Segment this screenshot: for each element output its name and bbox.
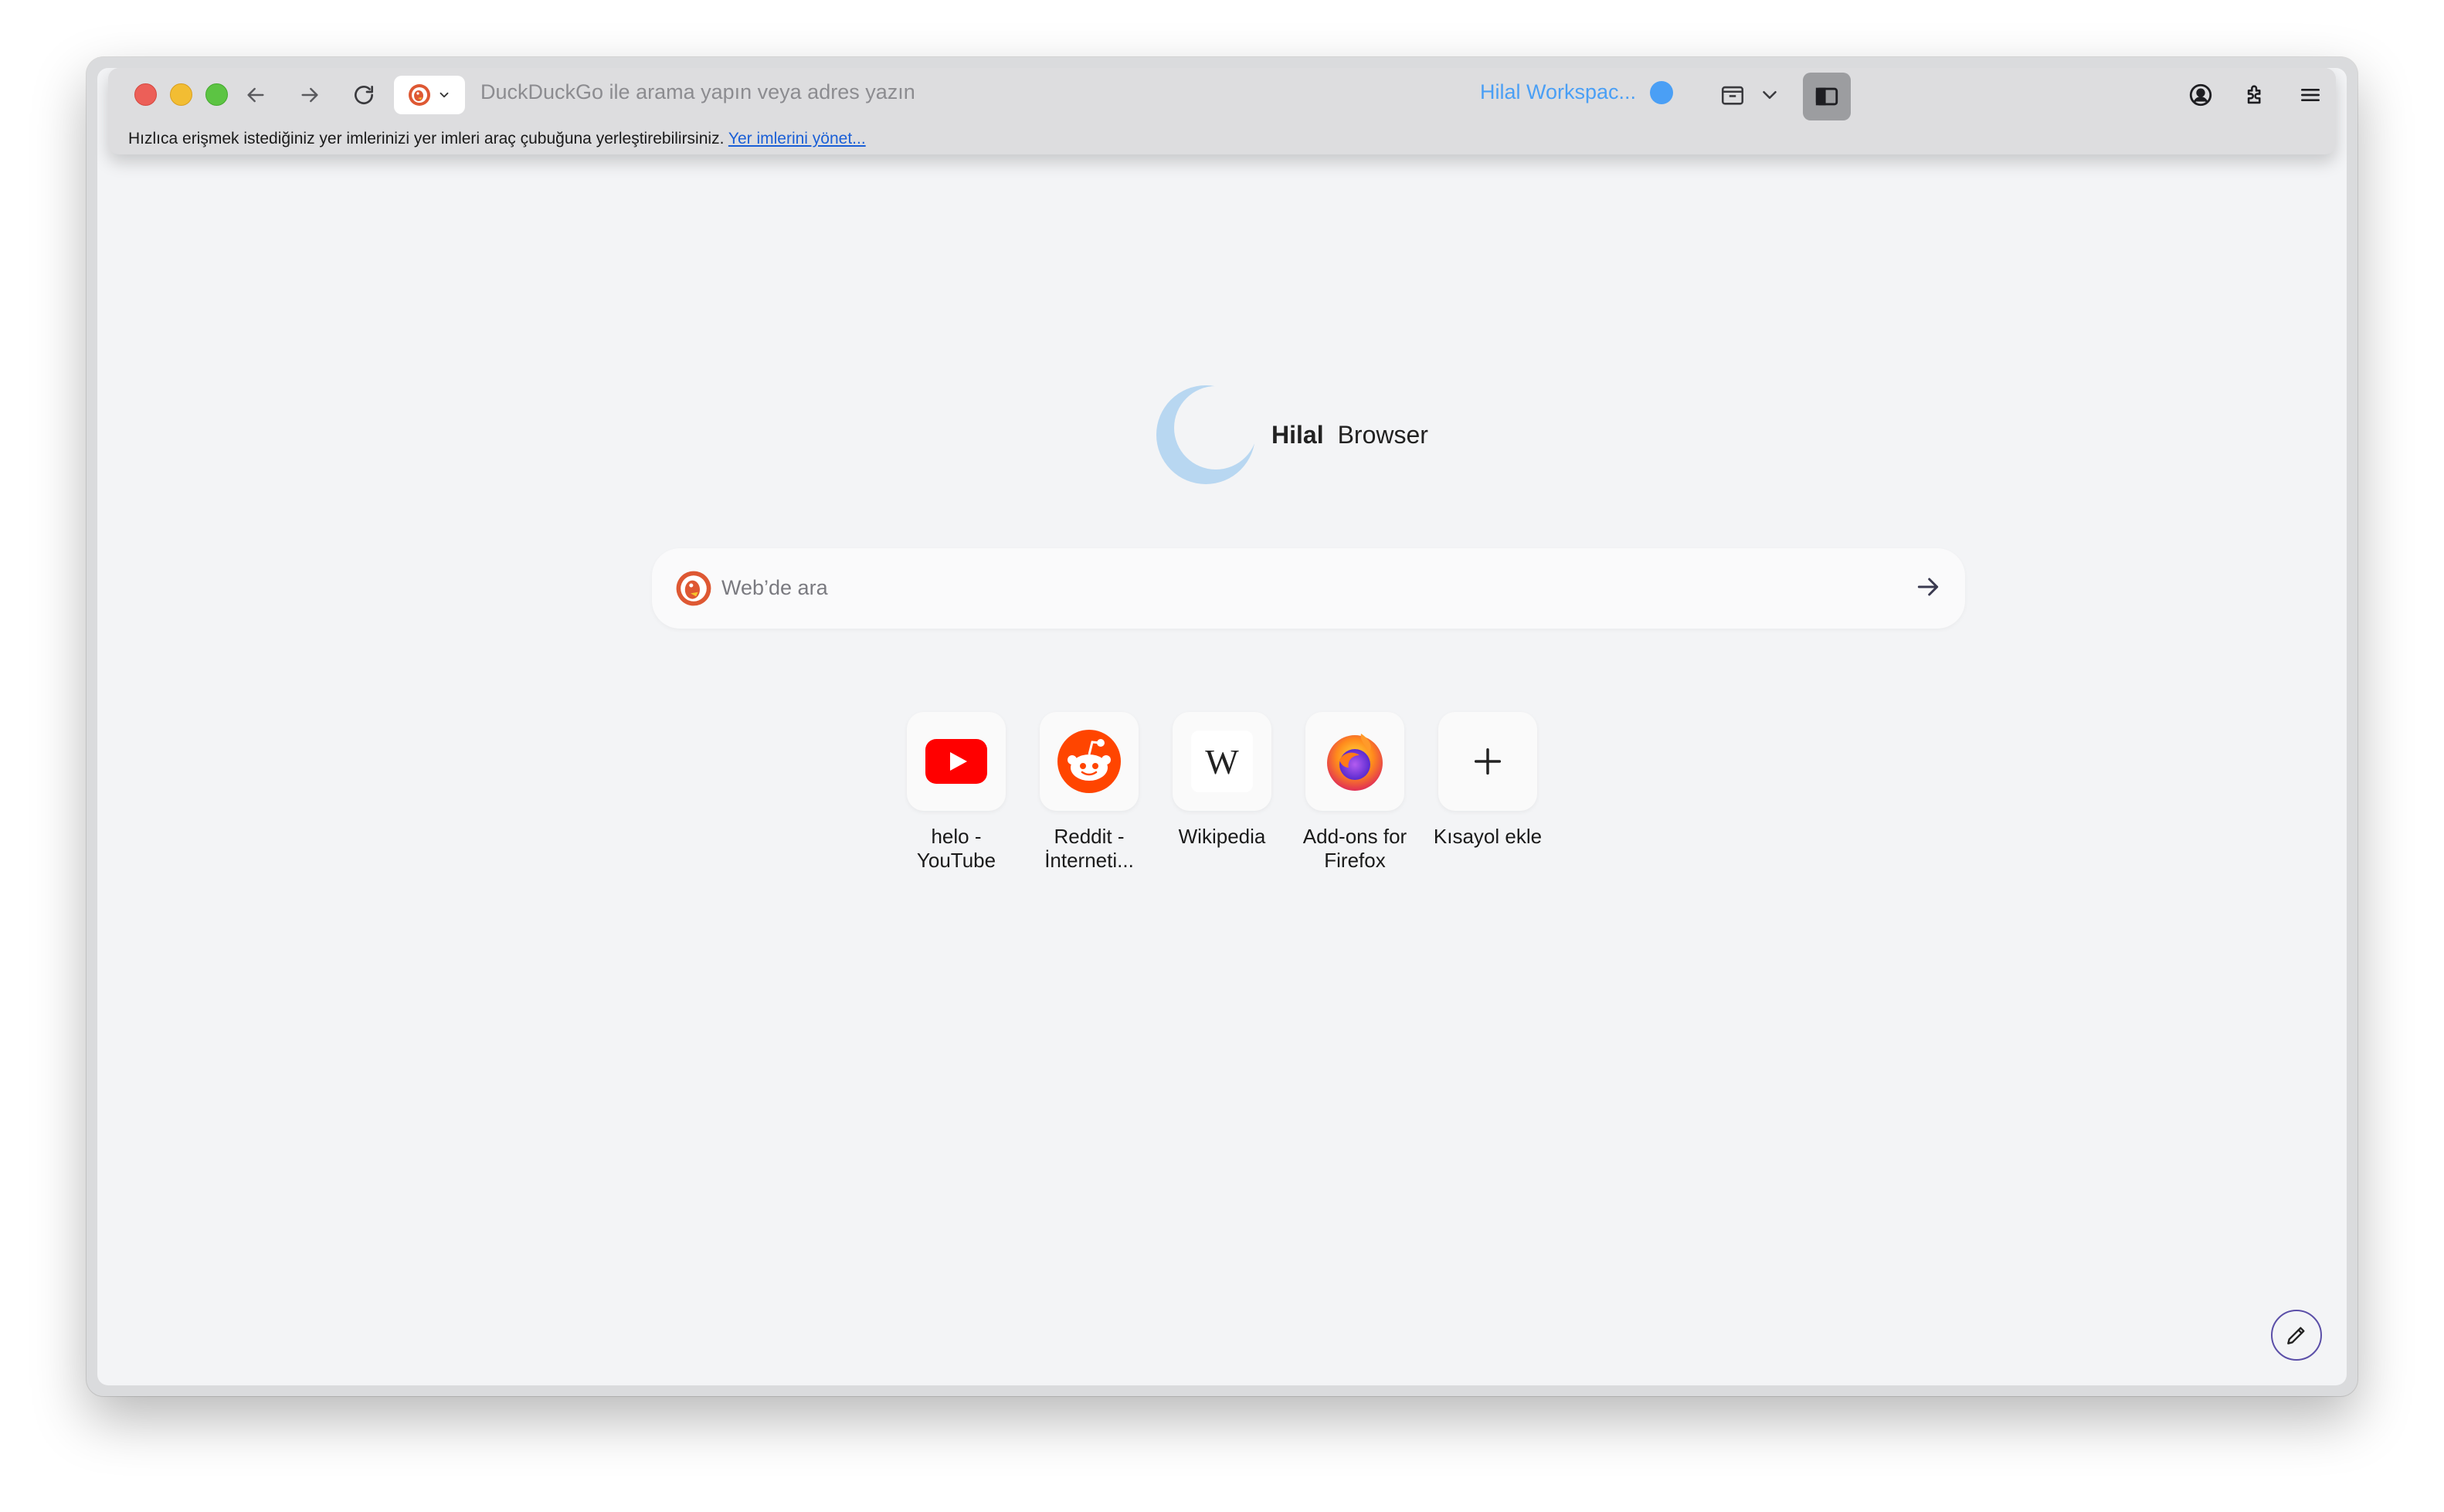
shortcut-label-line2: İnterneti... bbox=[1044, 849, 1134, 872]
wikipedia-icon: W bbox=[1191, 731, 1253, 792]
add-shortcut[interactable]: Kısayol ekle bbox=[1426, 712, 1550, 849]
reddit-icon bbox=[1057, 730, 1121, 793]
browser-window: DuckDuckGo ile arama yapın veya adres ya… bbox=[87, 57, 2357, 1396]
plus-icon bbox=[1474, 748, 1502, 775]
add-shortcut-tile[interactable] bbox=[1438, 712, 1537, 811]
browser-logo: Hilal Browser bbox=[1156, 385, 1428, 485]
hamburger-menu-icon bbox=[2301, 89, 2320, 101]
extensions-button[interactable] bbox=[2237, 76, 2276, 114]
arrow-left-icon bbox=[247, 87, 264, 103]
page-content: DuckDuckGo ile arama yapın veya adres ya… bbox=[97, 68, 2347, 1385]
url-bar-placeholder[interactable]: DuckDuckGo ile arama yapın veya adres ya… bbox=[480, 80, 915, 104]
arrow-right-icon bbox=[1917, 578, 1939, 596]
shortcut-label: Kısayol ekle bbox=[1426, 825, 1550, 849]
sidebar-icon bbox=[1815, 87, 1838, 106]
forward-button[interactable] bbox=[290, 76, 329, 114]
sidebar-toggle-button[interactable] bbox=[1803, 73, 1851, 120]
workspace-dot-icon bbox=[1650, 80, 1674, 104]
shortcut-label-line1: Kısayol ekle bbox=[1433, 825, 1543, 848]
shortcut-reddit[interactable]: Reddit - İnterneti... bbox=[1027, 712, 1151, 873]
search-input[interactable]: Web’de ara bbox=[721, 576, 828, 600]
bookmarks-toolbar: Hızlıca erişmek istediğiniz yer imlerini… bbox=[128, 130, 866, 148]
customize-page-button[interactable] bbox=[2271, 1310, 2322, 1361]
shortcut-tile[interactable]: W bbox=[1173, 712, 1271, 811]
duckduckgo-icon bbox=[409, 84, 430, 106]
shortcut-label-line1: Reddit - bbox=[1054, 825, 1125, 848]
shortcut-label-line1: helo - bbox=[931, 825, 982, 848]
shortcut-label: Wikipedia bbox=[1160, 825, 1284, 849]
menu-button[interactable] bbox=[2291, 76, 2330, 114]
svg-text:W: W bbox=[1205, 742, 1239, 781]
reload-icon bbox=[355, 86, 373, 104]
container-tabs-button[interactable] bbox=[1713, 76, 1752, 114]
search-submit-button[interactable] bbox=[1913, 571, 1943, 606]
shortcut-label: helo - YouTube bbox=[894, 825, 1018, 873]
back-button[interactable] bbox=[236, 76, 275, 114]
pencil-icon bbox=[2287, 1327, 2305, 1344]
firefox-icon bbox=[1327, 734, 1383, 791]
shortcut-label-line1: Add-ons for bbox=[1302, 825, 1407, 848]
shortcut-wikipedia[interactable]: W Wikipedia bbox=[1160, 712, 1284, 849]
shortcut-label: Reddit - İnterneti... bbox=[1027, 825, 1151, 873]
account-icon bbox=[2189, 83, 2212, 107]
web-search-box[interactable]: Web’de ara bbox=[652, 548, 1965, 629]
account-button[interactable] bbox=[2181, 76, 2220, 114]
brand-name-rest: Browser bbox=[1337, 420, 1428, 449]
arrow-right-icon bbox=[301, 87, 318, 103]
brand-name: Hilal Browser bbox=[1271, 421, 1428, 449]
shortcut-label-line2: Firefox bbox=[1324, 849, 1386, 872]
search-engine-selector[interactable] bbox=[394, 76, 465, 114]
manage-bookmarks-link[interactable]: Yer imlerini yönet... bbox=[728, 130, 866, 147]
brand-name-bold: Hilal bbox=[1271, 420, 1324, 449]
shortcut-tile[interactable] bbox=[907, 712, 1006, 811]
toolbar: DuckDuckGo ile arama yapın veya adres ya… bbox=[108, 68, 2336, 154]
chevron-down-icon bbox=[440, 92, 449, 98]
maximize-window-button[interactable] bbox=[205, 83, 228, 106]
reload-button[interactable] bbox=[345, 76, 383, 114]
shortcut-label-line1: Wikipedia bbox=[1178, 825, 1266, 848]
workspace-label: Hilal Workspac... bbox=[1480, 80, 1637, 103]
shortcut-label: Add-ons for Firefox bbox=[1293, 825, 1417, 873]
tabs-dropdown-button[interactable] bbox=[1750, 76, 1789, 114]
shortcut-firefox-addons[interactable]: Add-ons for Firefox bbox=[1293, 712, 1417, 873]
duckduckgo-icon bbox=[676, 571, 711, 606]
chevron-down-icon bbox=[1763, 91, 1777, 99]
close-window-button[interactable] bbox=[134, 83, 157, 106]
shortcut-tile[interactable] bbox=[1305, 712, 1404, 811]
crescent-moon-icon bbox=[1156, 385, 1255, 484]
puzzle-icon bbox=[2247, 85, 2261, 104]
minimize-window-button[interactable] bbox=[170, 83, 192, 106]
shortcut-youtube[interactable]: helo - YouTube bbox=[894, 712, 1018, 873]
search-engine-icon-wrap[interactable] bbox=[675, 570, 712, 611]
bookmarks-empty-message: Hızlıca erişmek istediğiniz yer imlerini… bbox=[128, 130, 725, 147]
shortcut-tile[interactable] bbox=[1040, 712, 1139, 811]
workspace-selector[interactable]: Hilal Workspac... bbox=[1480, 80, 1674, 104]
shortcut-label-line2: YouTube bbox=[916, 849, 996, 872]
box-icon bbox=[1721, 86, 1744, 105]
youtube-icon bbox=[925, 739, 987, 784]
